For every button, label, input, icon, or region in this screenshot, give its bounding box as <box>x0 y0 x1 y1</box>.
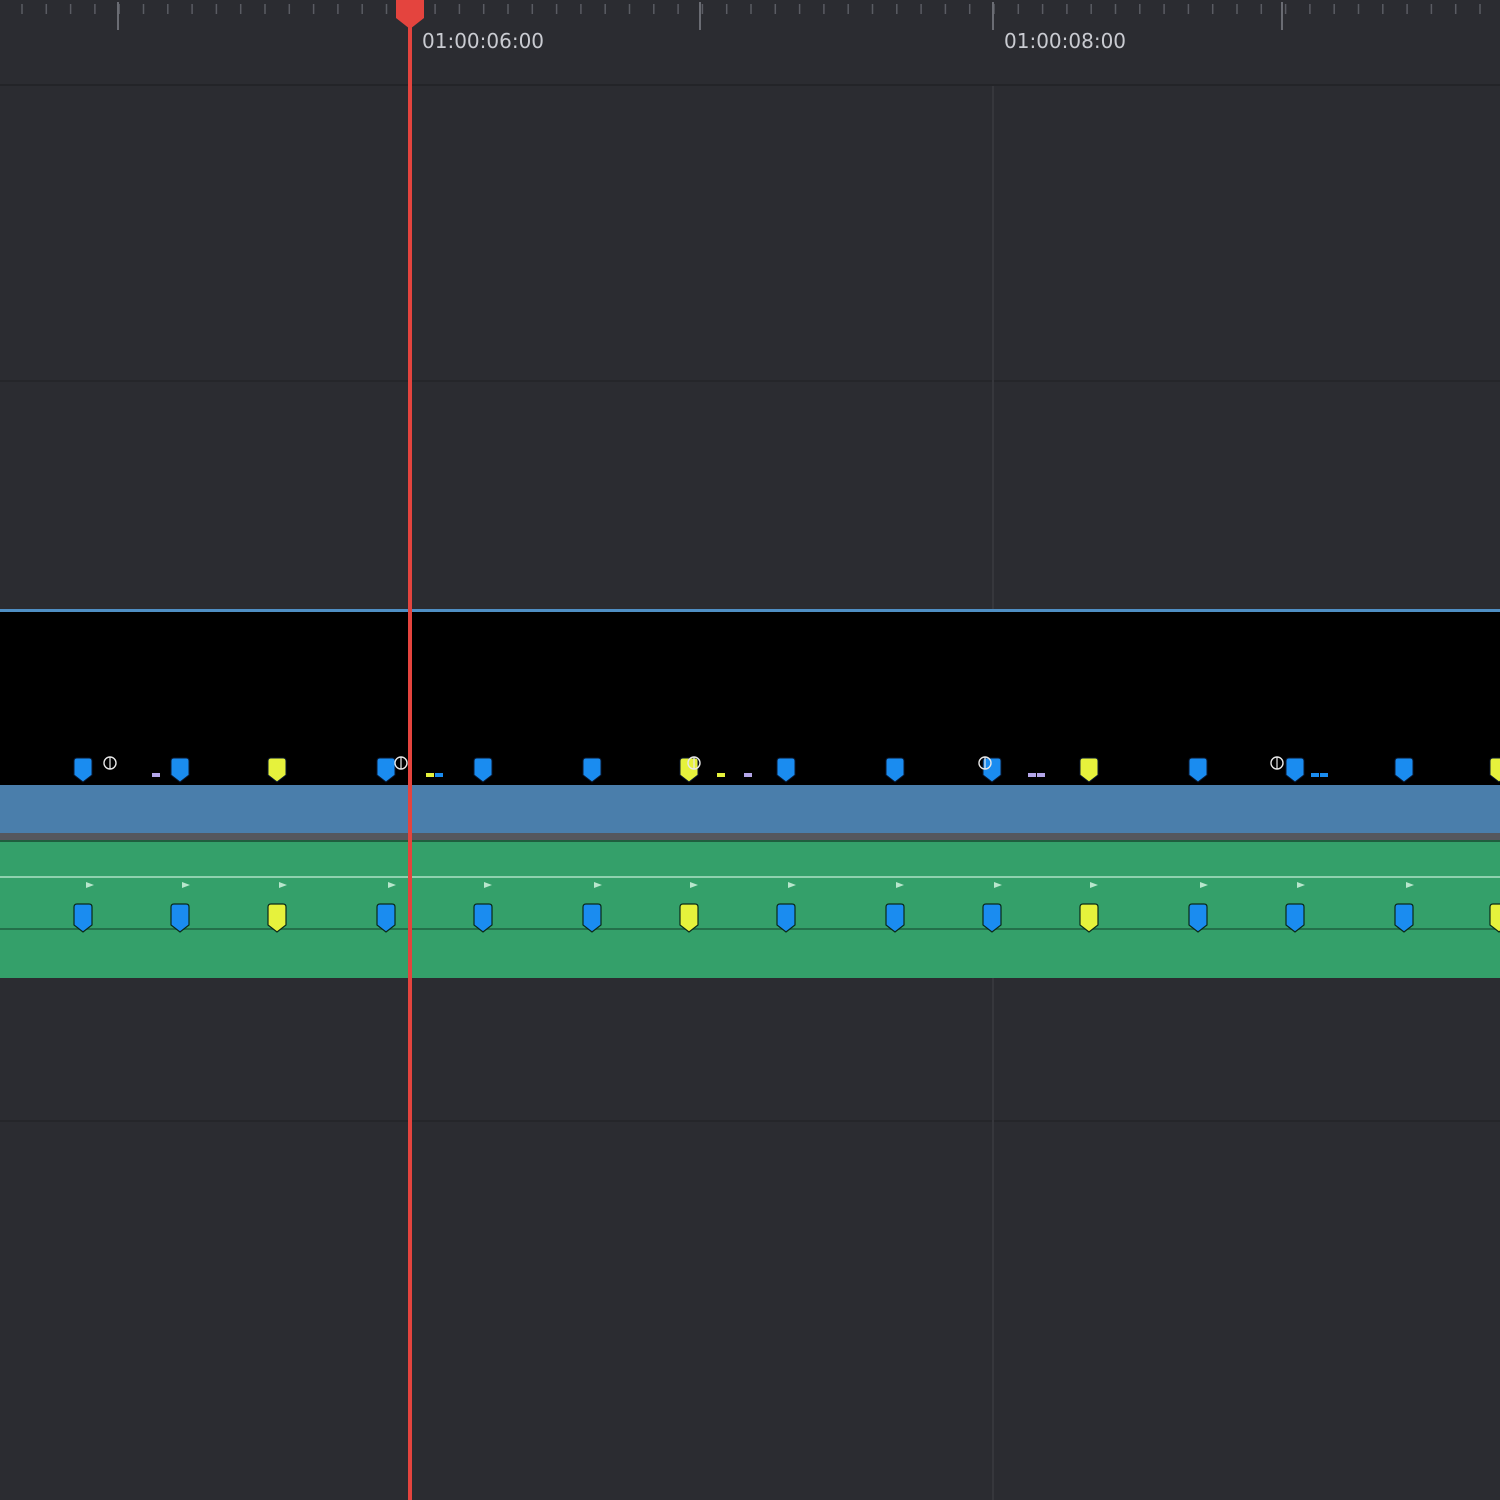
clip-effect-icon[interactable] <box>1270 756 1284 770</box>
timeline-gridline <box>992 978 994 1500</box>
audio-keyframe-icon[interactable] <box>1297 882 1305 888</box>
clip-marker-icon[interactable] <box>73 757 93 783</box>
clip-marker-icon[interactable] <box>376 903 396 933</box>
clip-flag-mark <box>435 773 443 777</box>
audio-keyframe-icon[interactable] <box>1090 882 1098 888</box>
audio-keyframe-icon[interactable] <box>788 882 796 888</box>
clip-marker-icon[interactable] <box>73 903 93 933</box>
clip-flag-mark <box>152 773 160 777</box>
track-divider <box>0 833 1500 840</box>
clip-marker-icon[interactable] <box>376 757 396 783</box>
clip-effect-icon[interactable] <box>394 756 408 770</box>
clip-marker-icon[interactable] <box>1188 903 1208 933</box>
audio-clip[interactable] <box>0 840 1500 980</box>
audio-keyframe-icon[interactable] <box>594 882 602 888</box>
audio-level-line[interactable] <box>0 876 1500 878</box>
audio-keyframe-icon[interactable] <box>484 882 492 888</box>
playhead[interactable] <box>408 0 412 1500</box>
clip-marker-icon[interactable] <box>582 903 602 933</box>
timecode-label: 01:00:06:00 <box>422 29 545 53</box>
clip-effect-icon[interactable] <box>103 756 117 770</box>
empty-track[interactable] <box>0 382 1500 609</box>
audio-keyframe-icon[interactable] <box>994 882 1002 888</box>
video-clip-filmstrip[interactable] <box>0 785 1500 833</box>
clip-marker-icon[interactable] <box>473 903 493 933</box>
clip-marker-icon[interactable] <box>1394 757 1414 783</box>
clip-marker-icon[interactable] <box>170 757 190 783</box>
clip-marker-icon[interactable] <box>582 757 602 783</box>
audio-marker-layer <box>73 903 1500 933</box>
audio-keyframe-icon[interactable] <box>1406 882 1414 888</box>
audio-keyframe-icon[interactable] <box>182 882 190 888</box>
empty-track[interactable] <box>0 1122 1500 1500</box>
clip-marker-icon[interactable] <box>679 903 699 933</box>
video-clip[interactable] <box>0 609 1500 836</box>
timeline-panel[interactable]: 01:00:06:00 01:00:08:00 <box>0 0 1500 1500</box>
clip-marker-icon[interactable] <box>1489 903 1500 933</box>
clip-marker-icon[interactable] <box>776 757 796 783</box>
clip-flag-mark <box>1311 773 1319 777</box>
clip-flag-mark <box>1037 773 1045 777</box>
timeline-gridline <box>992 86 994 609</box>
clip-marker-icon[interactable] <box>885 903 905 933</box>
timecode-label: 01:00:08:00 <box>1004 29 1127 53</box>
clip-marker-icon[interactable] <box>1285 903 1305 933</box>
audio-keyframe-icon[interactable] <box>388 882 396 888</box>
clip-marker-icon[interactable] <box>982 903 1002 933</box>
clip-marker-icon[interactable] <box>267 903 287 933</box>
audio-keyframe-icon[interactable] <box>279 882 287 888</box>
clip-marker-icon[interactable] <box>1079 903 1099 933</box>
audio-keyframe-icon[interactable] <box>86 882 94 888</box>
clip-marker-icon[interactable] <box>1489 757 1500 783</box>
clip-marker-icon[interactable] <box>1394 903 1414 933</box>
timecode-ruler[interactable]: 01:00:06:00 01:00:08:00 <box>0 0 1500 86</box>
ruler-ticks <box>21 2 1481 30</box>
audio-keyframe-layer <box>86 882 1414 888</box>
clip-flag-mark <box>426 773 434 777</box>
clip-marker-icon[interactable] <box>885 757 905 783</box>
clip-marker-icon[interactable] <box>679 757 699 783</box>
empty-track[interactable] <box>0 86 1500 380</box>
clip-flag-mark <box>1028 773 1036 777</box>
clip-flag-mark <box>1320 773 1328 777</box>
clip-marker-icon[interactable] <box>473 757 493 783</box>
clip-marker-icon[interactable] <box>267 757 287 783</box>
clip-marker-icon[interactable] <box>1188 757 1208 783</box>
empty-track[interactable] <box>0 978 1500 1120</box>
clip-marker-icon[interactable] <box>1285 757 1305 783</box>
audio-keyframe-icon[interactable] <box>1200 882 1208 888</box>
audio-keyframe-icon[interactable] <box>690 882 698 888</box>
clip-flag-mark <box>744 773 752 777</box>
clip-flag-mark <box>717 773 725 777</box>
audio-keyframe-icon[interactable] <box>896 882 904 888</box>
clip-marker-icon[interactable] <box>1079 757 1099 783</box>
playhead-handle-icon[interactable] <box>395 0 425 30</box>
clip-marker-icon[interactable] <box>170 903 190 933</box>
clip-marker-icon[interactable] <box>776 903 796 933</box>
clip-marker-icon[interactable] <box>982 757 1002 783</box>
